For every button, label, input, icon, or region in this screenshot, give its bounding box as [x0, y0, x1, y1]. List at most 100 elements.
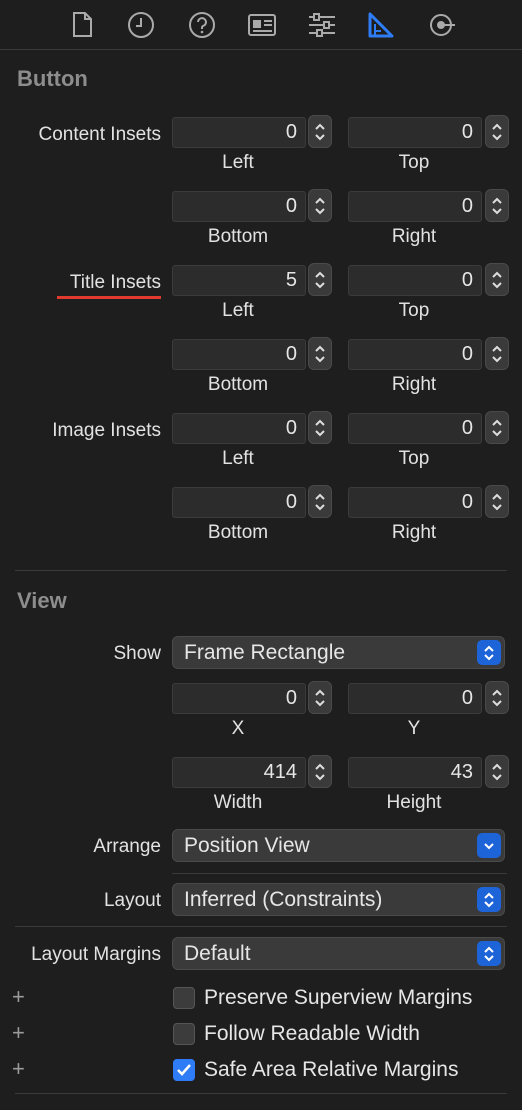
row-divider: [15, 926, 507, 927]
size-ruler-icon[interactable]: [366, 10, 396, 40]
title-insets-right-caption: Right: [391, 374, 437, 395]
add-variation-button[interactable]: +: [12, 1056, 25, 1082]
title-insets-left-caption: Left: [222, 300, 254, 321]
row-divider: [172, 873, 507, 874]
show-popup[interactable]: Frame Rectangle: [172, 636, 505, 669]
stepper-arrows-icon: [315, 493, 325, 510]
width-field[interactable]: 414: [172, 757, 306, 788]
stepper-arrows-icon: [492, 345, 502, 362]
content-insets-left-caption: Left: [222, 152, 254, 173]
height-field[interactable]: 43: [348, 757, 482, 788]
preserve-superview-margins-checkbox[interactable]: [173, 987, 195, 1009]
section-divider: [15, 1093, 507, 1094]
title-insets-bottom-field[interactable]: 0: [172, 339, 306, 370]
image-insets-bottom-stepper[interactable]: [308, 485, 332, 518]
x-stepper[interactable]: [308, 681, 332, 714]
content-insets-top-caption: Top: [398, 152, 430, 173]
title-insets-label: Title Insets: [69, 272, 161, 293]
y-caption: Y: [407, 718, 421, 739]
stepper-arrows-icon: [315, 419, 325, 436]
popup-updown-icon: [477, 941, 501, 966]
chevron-down-icon: [477, 833, 501, 858]
content-insets-bottom-stepper[interactable]: [308, 189, 332, 222]
x-field[interactable]: 0: [172, 683, 306, 714]
image-insets-label: Image Insets: [52, 420, 161, 441]
title-insets-left-stepper[interactable]: [308, 263, 332, 296]
title-insets-top-field[interactable]: 0: [348, 265, 482, 296]
height-stepper[interactable]: [485, 755, 509, 788]
content-insets-top-field[interactable]: 0: [348, 117, 482, 148]
stepper-arrows-icon: [315, 763, 325, 780]
arrange-label: Arrange: [93, 836, 161, 857]
arrange-popup-value: Position View: [184, 834, 310, 857]
image-insets-top-stepper[interactable]: [485, 411, 509, 444]
title-insets-right-field[interactable]: 0: [348, 339, 482, 370]
title-insets-underline: [57, 296, 161, 299]
inspector-toolbar: [0, 0, 522, 50]
image-insets-bottom-caption: Bottom: [207, 522, 269, 543]
safe-area-relative-margins-label: Safe Area Relative Margins: [204, 1058, 459, 1081]
layout-margins-popup[interactable]: Default: [172, 937, 505, 970]
width-stepper[interactable]: [308, 755, 332, 788]
title-insets-right-stepper[interactable]: [485, 337, 509, 370]
image-insets-left-field[interactable]: 0: [172, 413, 306, 444]
popup-updown-icon: [477, 887, 501, 912]
safe-area-relative-margins-checkbox[interactable]: [173, 1059, 195, 1081]
height-caption: Height: [386, 792, 442, 813]
image-insets-bottom-field[interactable]: 0: [172, 487, 306, 518]
title-insets-bottom-caption: Bottom: [207, 374, 269, 395]
content-insets-label: Content Insets: [38, 124, 161, 145]
content-insets-right-stepper[interactable]: [485, 189, 509, 222]
stepper-arrows-icon: [492, 763, 502, 780]
file-icon[interactable]: [67, 10, 97, 40]
connections-icon[interactable]: [427, 10, 457, 40]
add-variation-button[interactable]: +: [12, 984, 25, 1010]
view-section-title: View: [17, 588, 67, 613]
image-insets-right-field[interactable]: 0: [348, 487, 482, 518]
show-label: Show: [113, 643, 161, 664]
stepper-arrows-icon: [315, 123, 325, 140]
follow-readable-width-checkbox[interactable]: [173, 1023, 195, 1045]
image-insets-top-field[interactable]: 0: [348, 413, 482, 444]
title-insets-bottom-stepper[interactable]: [308, 337, 332, 370]
button-section-title: Button: [17, 66, 88, 91]
add-variation-button[interactable]: +: [12, 1020, 25, 1046]
image-insets-left-stepper[interactable]: [308, 411, 332, 444]
layout-popup-value: Inferred (Constraints): [184, 888, 383, 911]
title-insets-left-field[interactable]: 5: [172, 265, 306, 296]
stepper-arrows-icon: [315, 271, 325, 288]
image-insets-top-caption: Top: [398, 448, 430, 469]
help-icon[interactable]: [187, 10, 217, 40]
width-caption: Width: [213, 792, 263, 813]
arrange-popup[interactable]: Position View: [172, 829, 505, 862]
image-insets-right-caption: Right: [391, 522, 437, 543]
image-insets-right-stepper[interactable]: [485, 485, 509, 518]
content-insets-left-field[interactable]: 0: [172, 117, 306, 148]
title-insets-top-stepper[interactable]: [485, 263, 509, 296]
title-insets-top-caption: Top: [398, 300, 430, 321]
section-divider: [15, 570, 507, 571]
y-field[interactable]: 0: [348, 683, 482, 714]
stepper-arrows-icon: [492, 493, 502, 510]
content-insets-bottom-field[interactable]: 0: [172, 191, 306, 222]
stepper-arrows-icon: [492, 271, 502, 288]
layout-label: Layout: [103, 890, 161, 911]
image-insets-left-caption: Left: [222, 448, 254, 469]
popup-updown-icon: [477, 640, 501, 665]
checkmark-icon: [177, 1064, 191, 1076]
layout-popup[interactable]: Inferred (Constraints): [172, 883, 505, 916]
content-insets-top-stepper[interactable]: [485, 115, 509, 148]
y-stepper[interactable]: [485, 681, 509, 714]
history-icon[interactable]: [126, 10, 156, 40]
attributes-icon[interactable]: [307, 10, 337, 40]
content-insets-right-field[interactable]: 0: [348, 191, 482, 222]
show-popup-value: Frame Rectangle: [184, 641, 346, 664]
identity-icon[interactable]: [247, 10, 277, 40]
preserve-superview-margins-label: Preserve Superview Margins: [204, 986, 473, 1009]
stepper-arrows-icon: [492, 123, 502, 140]
content-insets-left-stepper[interactable]: [308, 115, 332, 148]
stepper-arrows-icon: [315, 345, 325, 362]
x-caption: X: [231, 718, 245, 739]
layout-margins-label: Layout Margins: [31, 944, 161, 965]
stepper-arrows-icon: [492, 689, 502, 706]
